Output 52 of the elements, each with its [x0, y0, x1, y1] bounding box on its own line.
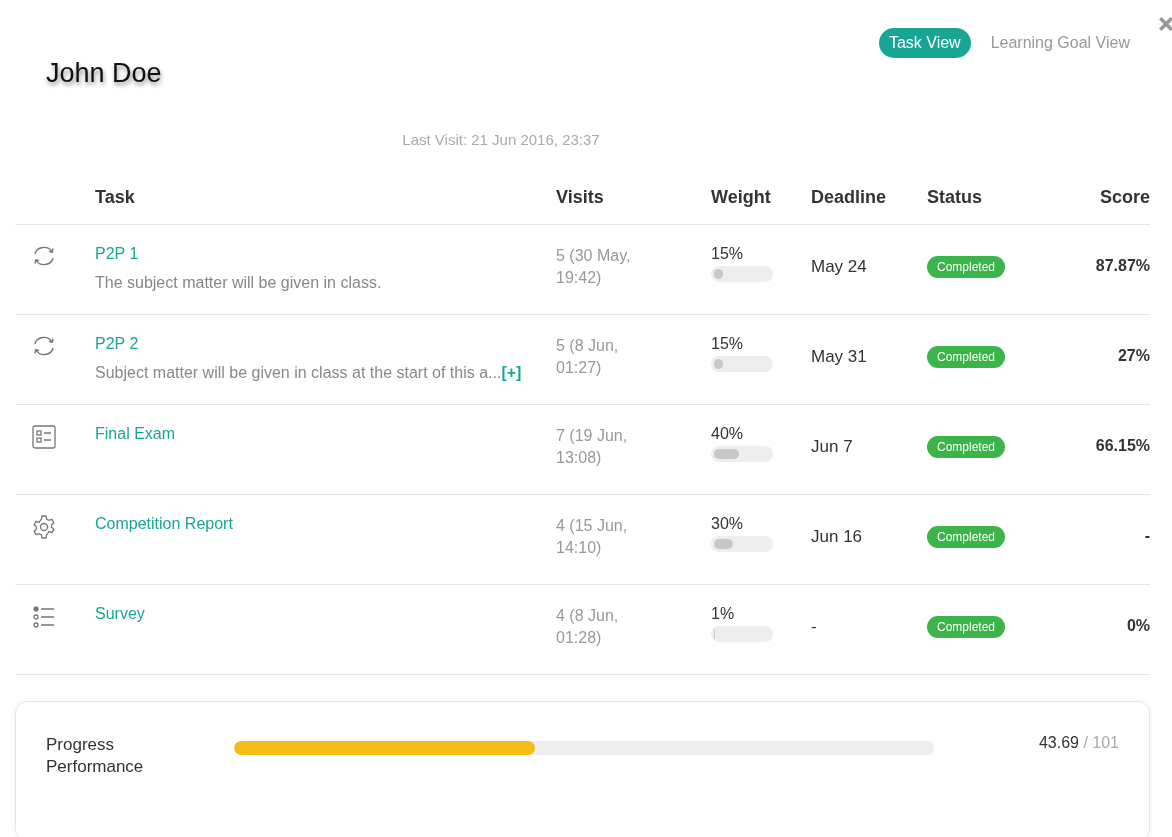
weight-text: 30% [711, 515, 745, 533]
score-text: 27% [1116, 346, 1150, 366]
deadline-text: Jun 7 [811, 436, 854, 458]
status-badge: Completed [927, 526, 1006, 548]
visits-text: 4 (15 Jun, 14:10) [556, 516, 629, 558]
refresh-icon [32, 335, 56, 357]
task-description: Subject matter will be given in class at the start of this a...[+] [95, 363, 523, 383]
column-header: Weight [711, 187, 772, 208]
weight-text: 15% [711, 335, 745, 353]
task-description: The subject matter will be given in class. [95, 273, 383, 293]
progress-label: Progress Performance [46, 734, 145, 778]
weight-text: 1% [711, 605, 736, 623]
status-badge: Completed [927, 346, 1006, 368]
column-header: Score [1098, 187, 1150, 208]
deadline-text: Jun 16 [811, 526, 864, 548]
expand-link[interactable]: [+] [501, 364, 522, 381]
deadline-text: May 24 [811, 256, 868, 278]
task-link[interactable]: Final Exam [95, 425, 556, 443]
list-icon [32, 605, 56, 629]
score-text: 0% [1125, 616, 1150, 636]
column-header: Status [927, 187, 983, 208]
task-link[interactable]: P2P 2 [95, 335, 556, 353]
form-icon [32, 425, 56, 449]
last-visit-text: Last Visit: 21 Jun 2016, 23:37 [401, 131, 601, 150]
score-text: 66.15% [1094, 436, 1150, 456]
weight-text: 15% [711, 245, 745, 263]
task-link[interactable]: Survey [95, 605, 556, 623]
refresh-icon [32, 245, 56, 267]
settings-icon [32, 515, 56, 539]
task-link[interactable]: Competition Report [95, 515, 556, 533]
score-text: 87.87% [1094, 256, 1150, 276]
deadline-text: - [811, 616, 818, 638]
visits-text: 4 (8 Jun, 01:28) [556, 606, 620, 648]
view-tab[interactable]: Learning Goal View [980, 28, 1140, 58]
column-header: Visits [556, 187, 605, 208]
score-text: - [1143, 526, 1150, 546]
close-icon[interactable] [1158, 16, 1172, 32]
student-name: John Doe [46, 58, 162, 90]
progress-total: / 101 [1083, 734, 1119, 751]
visits-text: 7 (19 Jun, 13:08) [556, 426, 629, 468]
progress-value: 43.69 [1038, 734, 1079, 751]
visits-text: 5 (30 May, 19:42) [556, 246, 632, 288]
weight-text: 40% [711, 425, 745, 443]
task-link[interactable]: P2P 1 [95, 245, 556, 263]
column-header: Task [95, 187, 136, 208]
status-badge: Completed [927, 436, 1006, 458]
status-badge: Completed [927, 256, 1006, 278]
view-tab[interactable]: Task View [878, 28, 971, 58]
column-header: Deadline [811, 187, 888, 208]
deadline-text: May 31 [811, 346, 868, 368]
visits-text: 5 (8 Jun, 01:27) [556, 336, 620, 378]
status-badge: Completed [927, 616, 1006, 638]
